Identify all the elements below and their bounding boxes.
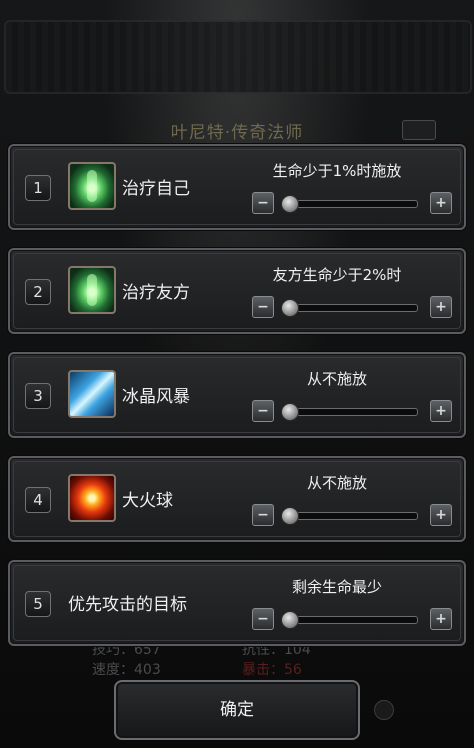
heal-icon [68, 162, 116, 210]
condition-slider[interactable] [281, 611, 418, 629]
decrease-button[interactable]: − [252, 608, 274, 630]
decrease-button[interactable]: − [252, 192, 274, 214]
decrease-button[interactable]: − [252, 400, 274, 422]
rule-index: 3 [25, 383, 51, 409]
rule-panel-4: 4 大火球 从不施放 − + [8, 456, 466, 542]
condition-slider[interactable] [281, 507, 418, 525]
rule-panel-5: 5 优先攻击的目标 剩余生命最少 − + [8, 560, 466, 646]
condition-slider[interactable] [281, 195, 418, 213]
condition-slider[interactable] [281, 403, 418, 421]
condition-label: 友方生命少于2%时 [272, 266, 402, 284]
skill-name: 治疗友方 [122, 283, 190, 303]
fireball-icon [68, 474, 116, 522]
condition-label: 生命少于1%时施放 [272, 162, 402, 180]
stat-speed: 速度：403 [92, 662, 161, 678]
rule-index: 2 [25, 279, 51, 305]
increase-button[interactable]: + [430, 504, 452, 526]
slider-knob[interactable] [281, 611, 299, 629]
round-ornament [374, 700, 394, 720]
decrease-button[interactable]: − [252, 296, 274, 318]
slider-knob[interactable] [281, 507, 299, 525]
skill-name: 优先攻击的目标 [68, 595, 187, 615]
decrease-button[interactable]: − [252, 504, 274, 526]
ice-storm-icon [68, 370, 116, 418]
increase-button[interactable]: + [430, 400, 452, 422]
condition-label: 从不施放 [306, 370, 367, 388]
rule-panel-1: 1 治疗自己 生命少于1%时施放 − + [8, 144, 466, 230]
skill-name: 大火球 [122, 491, 173, 511]
background-stats: 技巧：657 抗性：104 速度：403 暴击：56 [92, 640, 392, 680]
condition-label: 剩余生命最少 [291, 578, 382, 596]
confirm-button[interactable]: 确定 [114, 680, 360, 740]
heal-icon [68, 266, 116, 314]
stat-crit: 暴击：56 [242, 662, 302, 678]
condition-slider[interactable] [281, 299, 418, 317]
title-badge [402, 120, 436, 140]
slider-knob[interactable] [281, 403, 299, 421]
rule-index: 1 [25, 175, 51, 201]
rule-index: 4 [25, 487, 51, 513]
rule-index: 5 [25, 591, 51, 617]
slider-knob[interactable] [281, 195, 299, 213]
slider-knob[interactable] [281, 299, 299, 317]
increase-button[interactable]: + [430, 192, 452, 214]
rule-panel-2: 2 治疗友方 友方生命少于2%时 − + [8, 248, 466, 334]
skill-name: 治疗自己 [122, 179, 190, 199]
increase-button[interactable]: + [430, 296, 452, 318]
rule-panel-3: 3 冰晶风暴 从不施放 − + [8, 352, 466, 438]
skill-name: 冰晶风暴 [122, 387, 190, 407]
increase-button[interactable]: + [430, 608, 452, 630]
condition-label: 从不施放 [306, 474, 367, 492]
top-ornament [4, 20, 472, 94]
